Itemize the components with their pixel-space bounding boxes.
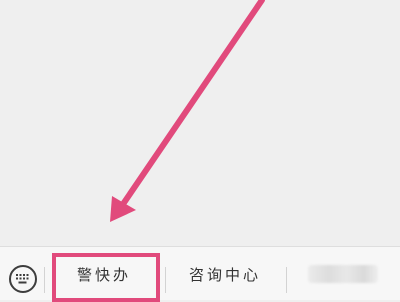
annotation-arrow [110,0,265,222]
bottom-menu-bar: 警快办 咨询中心 [0,246,400,300]
menu-item-third[interactable] [286,247,400,301]
keyboard-toggle-button[interactable] [9,265,37,293]
menu-item-label-obscured [308,265,378,283]
keyboard-icon [16,274,29,284]
menu-item-label: 咨询中心 [188,265,261,284]
menu-item-consultation-center[interactable]: 咨询中心 [165,247,285,301]
menu-item-jingkuaiban[interactable]: 警快办 [44,247,164,301]
menu-item-label: 警快办 [76,265,131,284]
